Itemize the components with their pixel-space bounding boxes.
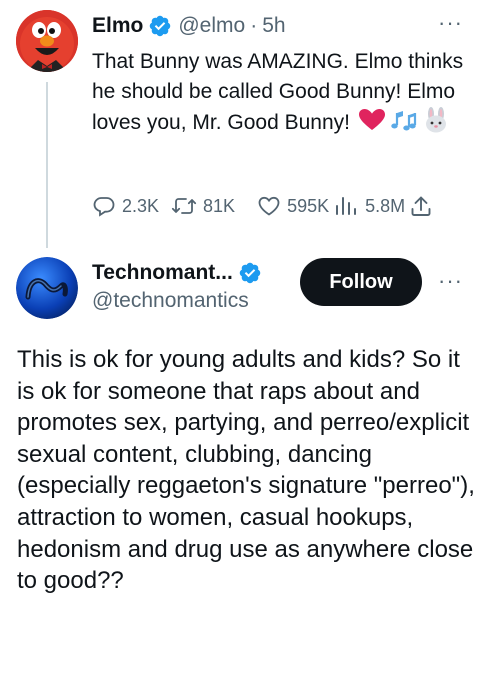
like-count: 595K	[287, 195, 330, 216]
like-button[interactable]: 595K	[257, 194, 329, 218]
emoji-group	[352, 107, 450, 133]
heart-emoji-icon	[358, 109, 385, 130]
music-notes-emoji-icon	[391, 111, 417, 131]
share-upload-icon	[411, 196, 431, 216]
reply-icon	[93, 197, 115, 217]
views-bar-chart-icon	[336, 197, 357, 215]
repost-count: 81K	[203, 195, 236, 216]
handle[interactable]: @technomantics	[92, 289, 249, 313]
more-options-icon[interactable]: ···	[438, 268, 463, 294]
technomantics-avatar-image	[16, 257, 78, 319]
handle[interactable]: @elmo	[178, 14, 245, 38]
timestamp[interactable]: 5h	[262, 14, 285, 38]
more-options-icon[interactable]: ···	[438, 10, 463, 36]
heart-icon	[258, 196, 280, 216]
tweet-header: Elmo @elmo · 5h	[92, 12, 286, 40]
repost-icon	[171, 198, 197, 214]
tweet-header: Technomant...	[92, 258, 268, 288]
verified-badge-icon	[148, 14, 172, 38]
tweet-text: That Bunny was AMAZING. Elmo thinks he s…	[92, 47, 464, 138]
thread-connector-line	[46, 82, 48, 248]
tweet-actions-bar: 2.3K 81K 595K 5.8M	[92, 193, 433, 219]
repost-button[interactable]: 81K	[171, 194, 235, 218]
verified-badge-icon	[238, 261, 262, 285]
elmo-avatar-image	[16, 10, 78, 72]
follow-button[interactable]: Follow	[300, 258, 422, 306]
dot-separator: ·	[250, 14, 258, 37]
display-name[interactable]: Technomant...	[92, 261, 233, 285]
rabbit-emoji-icon	[425, 107, 446, 133]
reply-count: 2.3K	[122, 195, 160, 216]
views-button[interactable]: 5.8M	[333, 194, 405, 218]
avatar[interactable]	[16, 257, 78, 319]
share-button[interactable]	[409, 194, 433, 218]
views-count: 5.8M	[365, 195, 406, 216]
avatar[interactable]	[16, 10, 78, 72]
display-name[interactable]: Elmo	[92, 14, 143, 38]
tweet-text: This is ok for young adults and kids? So…	[17, 346, 475, 595]
reply-button[interactable]: 2.3K	[92, 194, 159, 218]
